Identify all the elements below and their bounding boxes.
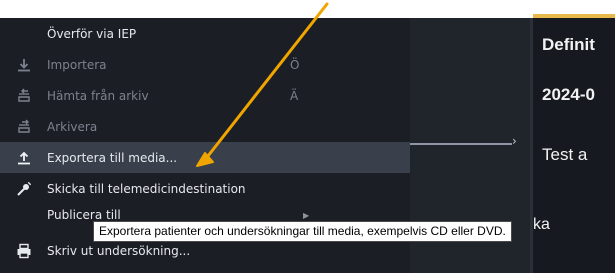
annotation-arrow: [196, 2, 329, 167]
